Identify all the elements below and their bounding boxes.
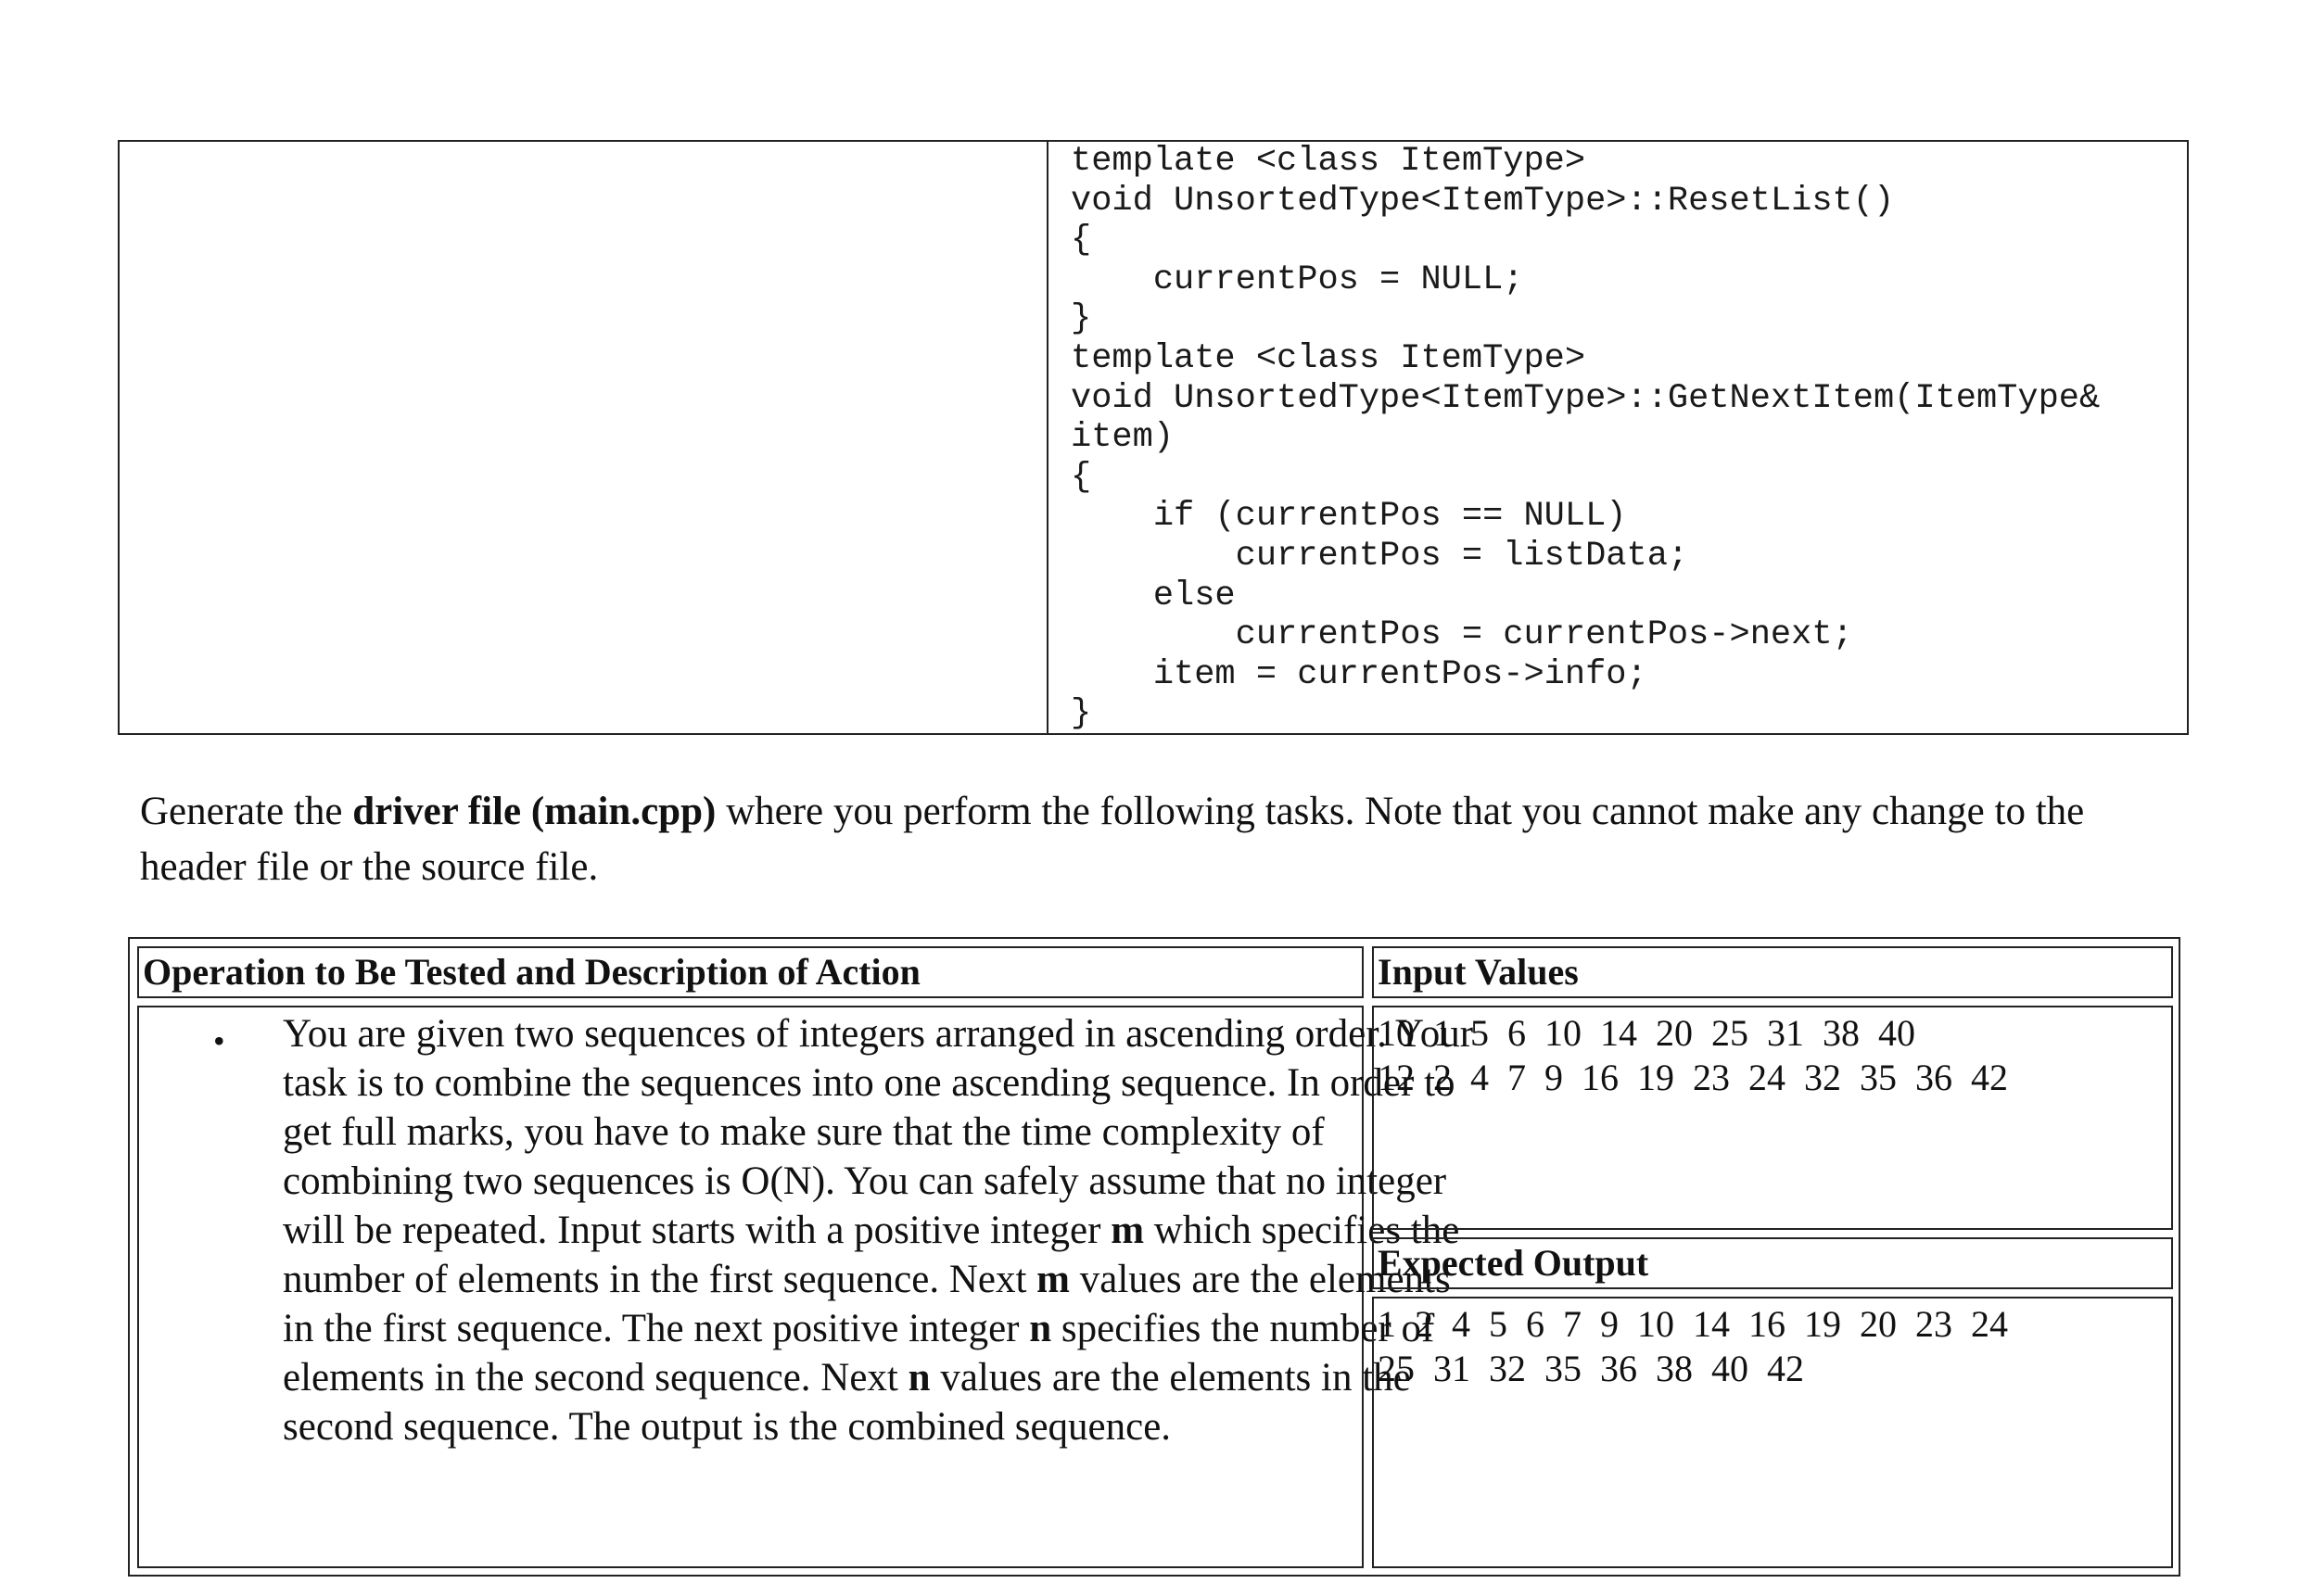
output-line: 1 2 4 5 6 7 9 10 14 16 19 20 23 24 — [1378, 1303, 2008, 1345]
code-line: { — [1071, 457, 1092, 497]
bullet-icon: • — [213, 1022, 225, 1059]
instruction-bold-filename: driver file (main.cpp) — [352, 790, 717, 833]
code-line: { — [1071, 221, 1092, 260]
code-line: else — [1071, 576, 1236, 615]
code-line: void UnsortedType<ItemType>::GetNextItem… — [1071, 378, 2101, 418]
code-line: } — [1071, 694, 1092, 734]
output-line: 25 31 32 35 36 38 40 42 — [1378, 1348, 1804, 1389]
input-line: 12 2 4 7 9 16 19 23 24 32 35 36 42 — [1378, 1057, 2008, 1098]
code-line: currentPos = currentPos->next; — [1071, 615, 1853, 655]
code-line: } — [1071, 299, 1092, 339]
code-block: template <class ItemType> void UnsortedT… — [1048, 142, 2187, 733]
code-table-left-cell — [120, 142, 1048, 733]
description-cell: • You are given two sequences of integer… — [137, 1006, 1473, 1568]
code-line: template <class ItemType> — [1071, 142, 1586, 181]
input-values-cell: 10 1 5 6 10 14 20 25 31 38 40 12 2 4 7 9 … — [1372, 1006, 2173, 1230]
code-line: if (currentPos == NULL) — [1071, 497, 1627, 537]
expected-output-cell: 1 2 4 5 6 7 9 10 14 16 19 20 23 24 25 31 … — [1372, 1297, 2173, 1568]
code-line: void UnsortedType<ItemType>::ResetList() — [1071, 181, 1895, 221]
operation-table: Operation to Be Tested and Description o… — [128, 937, 2180, 1577]
header-operation: Operation to Be Tested and Description o… — [137, 946, 1364, 998]
instruction-text: Generate the — [140, 790, 353, 833]
header-input-values: Input Values — [1372, 946, 2173, 998]
code-line: currentPos = NULL; — [1071, 260, 1524, 299]
input-line: 10 1 5 6 10 14 20 25 31 38 40 — [1378, 1012, 1915, 1054]
instruction-paragraph: Generate the driver file (main.cpp) wher… — [140, 784, 2198, 895]
description-text: You are given two sequences of integers … — [283, 1012, 1474, 1449]
code-line: currentPos = listData; — [1071, 536, 1689, 576]
code-line: item) — [1071, 418, 1175, 458]
code-line: template <class ItemType> — [1071, 338, 1586, 378]
code-table: template <class ItemType> void UnsortedT… — [118, 140, 2189, 735]
code-line: item = currentPos->info; — [1071, 654, 1647, 694]
header-expected-output: Expected Output — [1372, 1237, 2173, 1289]
